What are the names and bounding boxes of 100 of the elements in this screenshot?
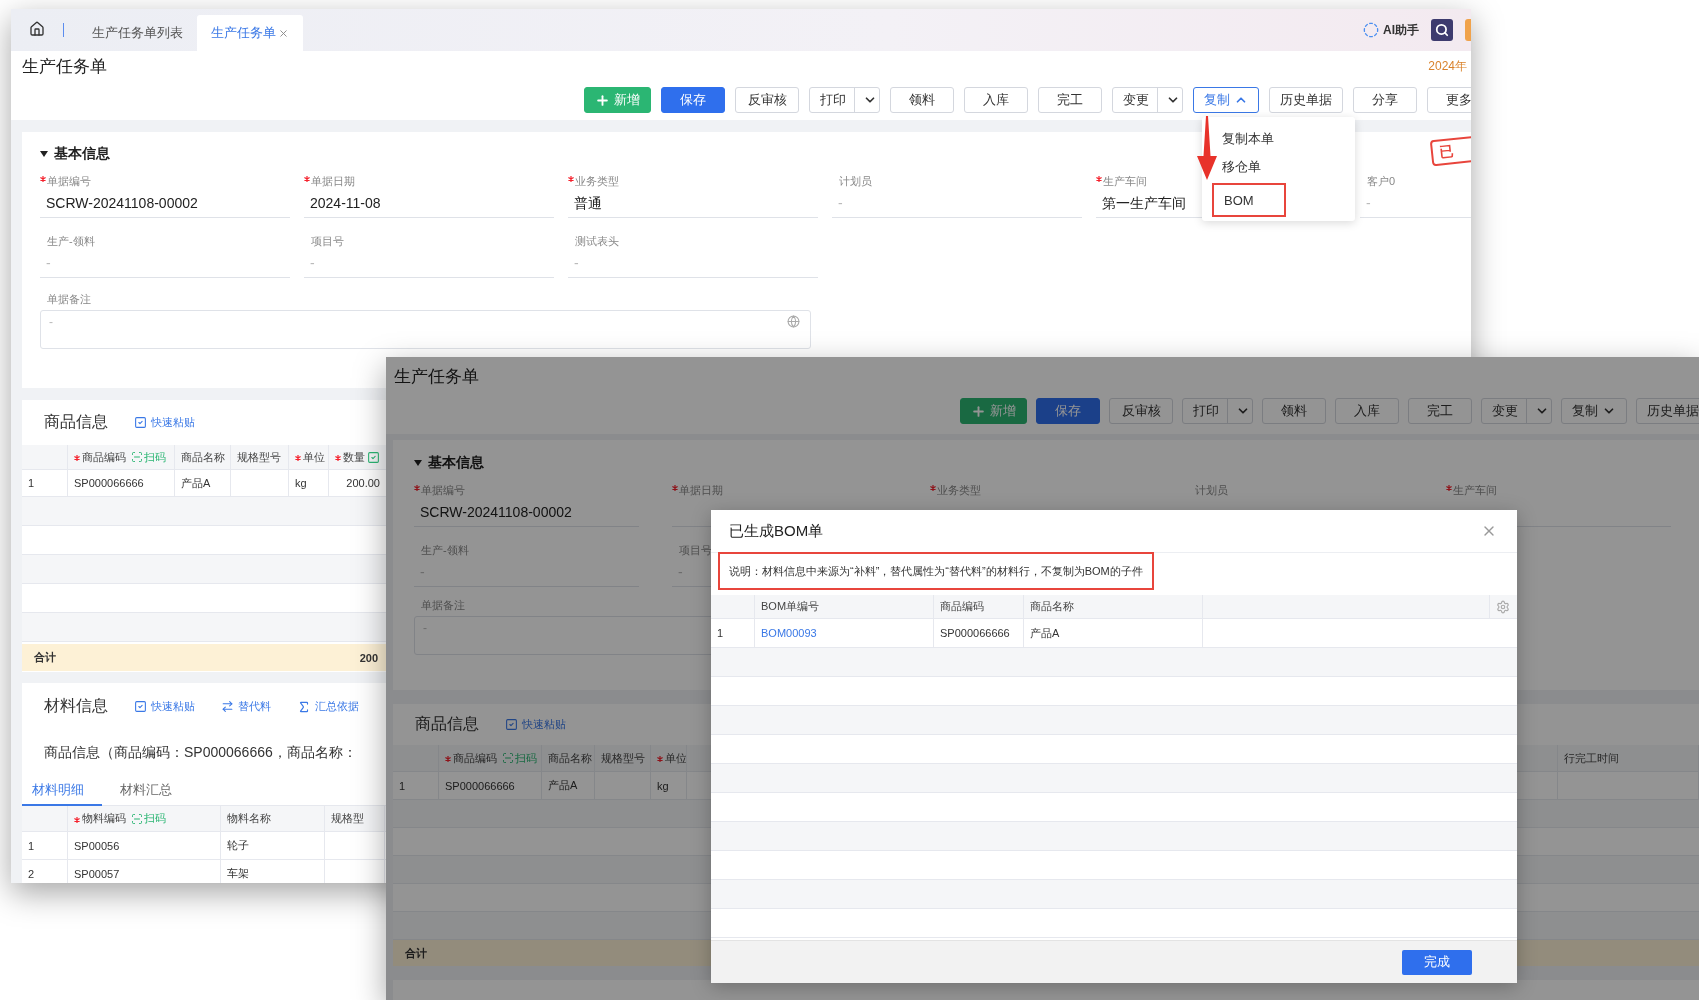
field-value: SCRW-20241108-00002	[40, 192, 290, 218]
total-label: 合计	[34, 650, 56, 665]
field-label: 单据编号	[47, 174, 91, 188]
note-text: 说明：材料信息中来源为“补料”，替代属性为“替代料”的材料行，不复制为BOM的子件	[718, 552, 1154, 590]
scan-icon	[502, 752, 514, 764]
toolbar-button[interactable]: 反审核	[735, 87, 799, 113]
header-label: 商品名称	[548, 750, 592, 766]
toolbar-button[interactable]: 完工	[1038, 87, 1102, 113]
action-link[interactable]: 替代料	[221, 699, 271, 714]
row-number: 2	[22, 860, 68, 883]
field-label: 客户0	[1367, 174, 1396, 188]
table-cell: 轮子	[221, 832, 325, 859]
menu-item[interactable]: BOM	[1212, 183, 1286, 217]
section-title: 材料信息	[44, 696, 108, 716]
done-button[interactable]: 完成	[1402, 949, 1472, 975]
field-value: -	[40, 252, 290, 278]
paste-link[interactable]: 快速粘贴	[505, 717, 566, 732]
field-value: -	[1360, 192, 1471, 218]
checkbox-icon	[505, 718, 518, 731]
toolbar-button[interactable]: 领料	[890, 87, 954, 113]
collapse-triangle-icon[interactable]	[414, 459, 422, 467]
table-cell: SP000066666	[439, 772, 542, 799]
field-value: 2024-11-08	[304, 192, 554, 218]
page-title: 生产任务单	[22, 55, 107, 78]
dropdown-button[interactable]: 复制	[1561, 398, 1627, 424]
section-title: 商品信息	[415, 714, 479, 734]
toolbar-button[interactable]: 历史单据	[1269, 87, 1343, 113]
page-tab[interactable]: 生产任务单	[197, 15, 303, 51]
close-icon[interactable]	[278, 27, 289, 39]
header-label: 单位	[303, 449, 325, 465]
date-text: 2024年	[1428, 57, 1467, 75]
column-header: 商品名称	[1024, 595, 1203, 618]
paste-link[interactable]: 快速粘贴	[134, 415, 195, 430]
field-value: 普通	[568, 192, 818, 218]
table-cell: 车架	[221, 860, 325, 883]
toolbar-button[interactable]: 入库	[1335, 398, 1399, 424]
home-icon	[29, 21, 45, 37]
checkbox-icon	[134, 700, 147, 713]
toolbar-button[interactable]: 更多	[1427, 87, 1471, 113]
field-value: -	[304, 252, 554, 278]
header-label: 商品编码	[453, 750, 497, 766]
toolbar-button[interactable]: 入库	[964, 87, 1028, 113]
field-label: 生产车间	[1453, 483, 1497, 497]
checkbox-icon[interactable]	[367, 450, 380, 464]
toolbar-button[interactable]: 领料	[1262, 398, 1326, 424]
table-cell: 产品A	[175, 470, 231, 496]
split-button[interactable]: 打印	[1182, 398, 1253, 424]
header-label: 规格型	[331, 811, 364, 826]
plus-icon	[971, 403, 986, 419]
field-label: 业务类型	[575, 174, 619, 188]
section-title: 商品信息	[44, 412, 108, 432]
toolbar-button[interactable]: 反审核	[1109, 398, 1173, 424]
action-link[interactable]: 汇总依据	[297, 699, 359, 714]
field-label: 项目号	[311, 234, 344, 248]
column-header: BOM单编号	[755, 595, 934, 618]
sub-tab[interactable]: 材料汇总	[110, 775, 190, 806]
header-label: 单位	[665, 750, 686, 766]
header-label: 物料编码	[82, 811, 126, 826]
toolbar-button[interactable]: 历史单据	[1636, 398, 1699, 424]
search-icon	[1435, 23, 1449, 37]
field-value: SCRW-20241108-00002	[414, 501, 639, 527]
table-cell: 产品A	[1024, 619, 1203, 647]
page-tab[interactable]: 生产任务单列表	[78, 15, 197, 51]
field-value: -	[414, 561, 639, 587]
header-label: 规格型号	[237, 449, 281, 465]
page-title: 生产任务单	[394, 365, 479, 388]
toolbar-button[interactable]: 分享	[1353, 87, 1417, 113]
split-button[interactable]: 变更	[1112, 87, 1183, 113]
column-header: 商品编码	[934, 595, 1024, 618]
assistant-button[interactable]: AI助手	[1363, 21, 1419, 39]
table-cell: SP000066666	[934, 619, 1024, 647]
home-button[interactable]	[29, 21, 47, 39]
field-label: 单据日期	[679, 483, 723, 497]
save-button[interactable]: 保存	[1036, 398, 1100, 424]
field-label: 单据备注	[47, 292, 91, 306]
field-label: 测试表头	[575, 234, 619, 248]
scan-icon	[131, 451, 143, 463]
toolbar-button[interactable]: 完工	[1408, 398, 1472, 424]
context-text: 商品信息（商品编码：SP000066666，商品名称：	[44, 743, 357, 762]
dropdown-button[interactable]: 复制	[1193, 87, 1259, 113]
table-cell: SP00057	[68, 860, 221, 883]
dialog-title: 已生成BOM单	[729, 521, 824, 541]
collapse-triangle-icon[interactable]	[40, 150, 48, 158]
total-label: 合计	[405, 945, 427, 961]
header-label: 数量	[343, 449, 365, 465]
header-label: 商品编码	[82, 449, 126, 465]
bom-link[interactable]: BOM00093	[761, 627, 817, 639]
field-label: 生产-领料	[47, 234, 95, 248]
save-button[interactable]: 保存	[661, 87, 725, 113]
globe-icon[interactable]	[787, 315, 800, 328]
action-link[interactable]: 快速粘贴	[134, 699, 195, 714]
search-button[interactable]	[1431, 19, 1453, 41]
split-button[interactable]: 打印	[809, 87, 880, 113]
settings-icon[interactable]	[1496, 599, 1510, 614]
field-label: 单据日期	[311, 174, 355, 188]
plus-icon	[595, 92, 610, 108]
header-label: 商品名称	[181, 449, 225, 465]
arrow-annotation	[1196, 116, 1218, 180]
approval-stamp: 已	[1429, 135, 1471, 167]
split-button[interactable]: 变更	[1481, 398, 1552, 424]
